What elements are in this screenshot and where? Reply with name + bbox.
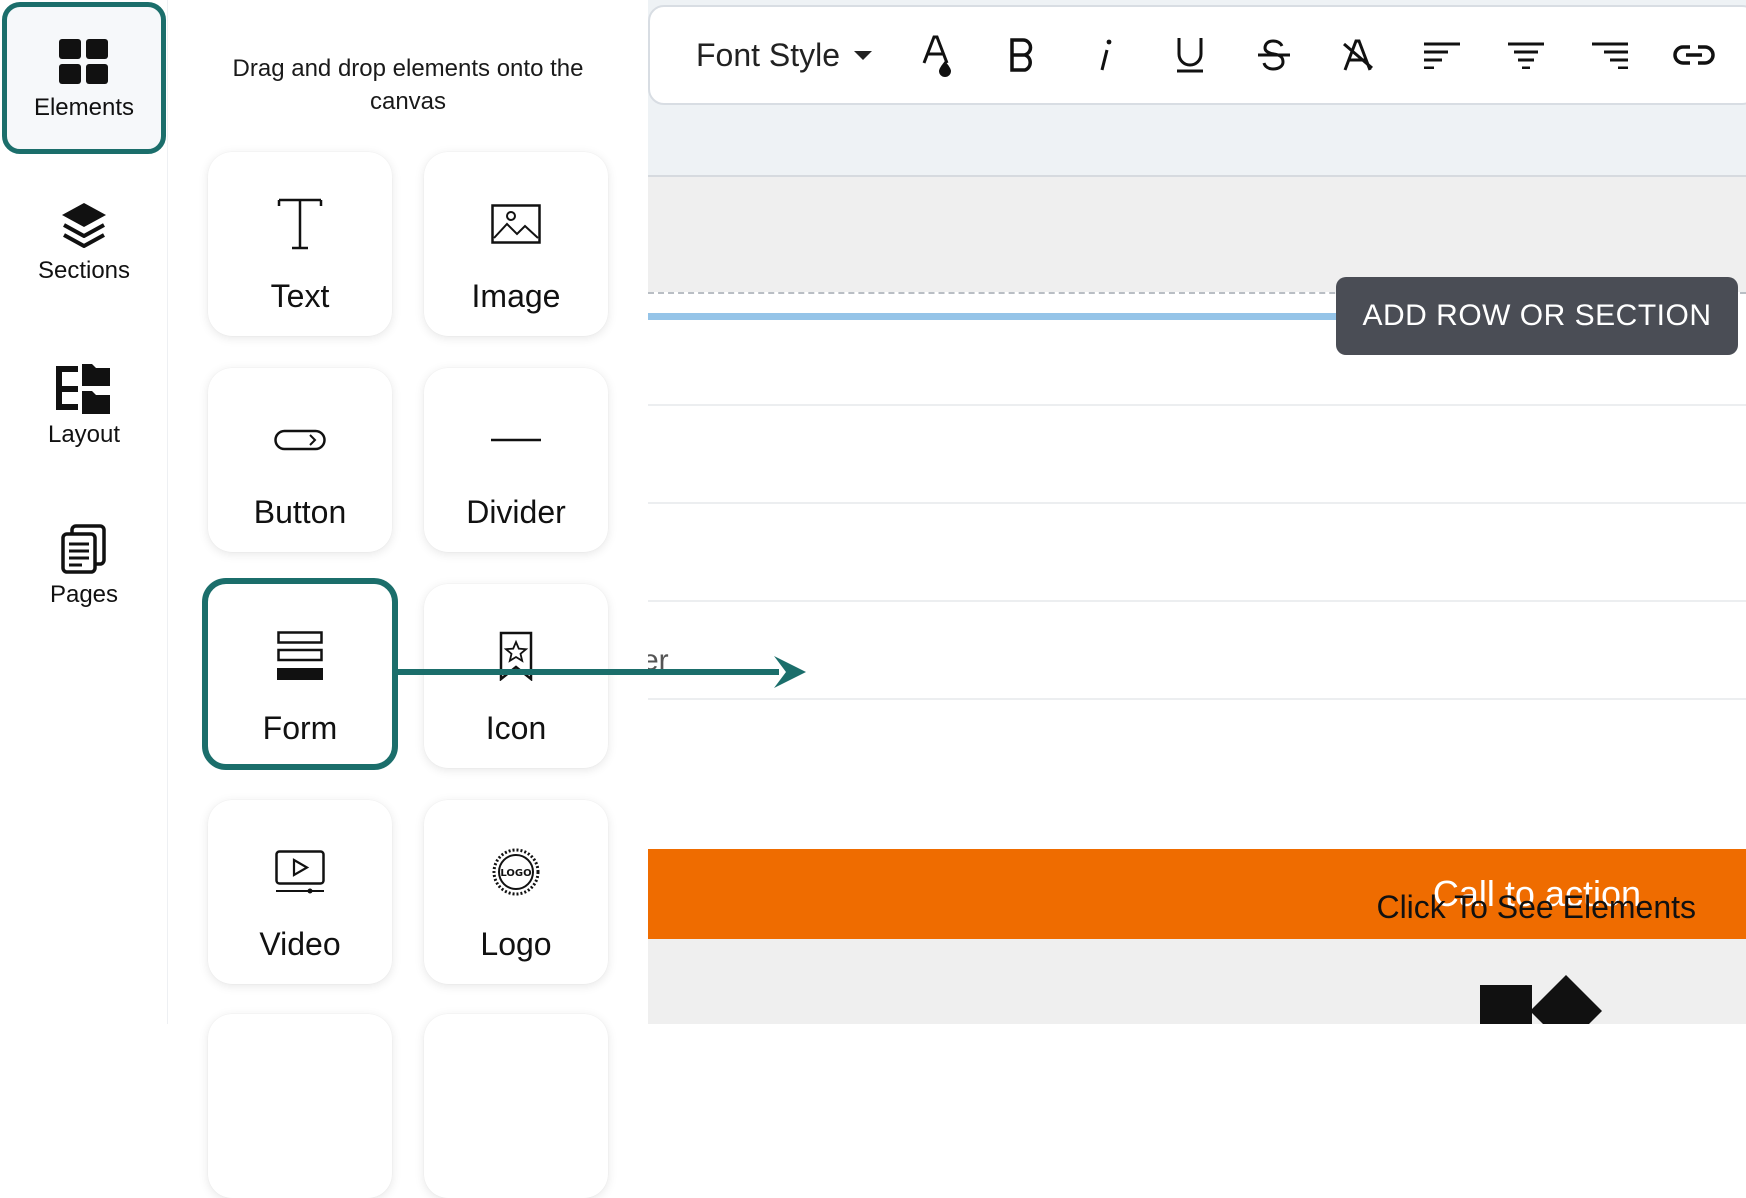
font-style-label: Font Style (696, 36, 841, 73)
tile-label: Form (262, 710, 338, 746)
click-hint-text: Click To See Elements (1376, 889, 1696, 925)
tile-label: Logo (480, 926, 552, 962)
tree-folders-icon (56, 361, 112, 417)
align-left-button[interactable] (1400, 13, 1484, 97)
text-toolbar: Font Style (648, 5, 1746, 105)
tile-label: Video (259, 926, 341, 962)
left-rail: Elements Sections Layout Pages (0, 0, 168, 1024)
tile-label: Icon (485, 710, 547, 746)
strikethrough-icon (1258, 39, 1291, 71)
align-right-icon (1592, 42, 1629, 69)
bold-icon (1010, 38, 1033, 72)
italic-icon (1100, 39, 1112, 71)
row-divider (648, 600, 1746, 602)
clear-format-button[interactable] (1316, 13, 1400, 97)
align-center-icon (1508, 42, 1545, 69)
tile-label: Image (471, 278, 561, 314)
layers-icon (56, 197, 112, 253)
row-divider (648, 502, 1746, 504)
rail-item-layout[interactable]: Layout (0, 330, 168, 480)
tile-label: Divider (466, 494, 566, 530)
strikethrough-button[interactable] (1232, 13, 1316, 97)
grid-icon (56, 34, 112, 90)
canvas-area: Font Style er Call to action ADD ROW OR … (648, 0, 1746, 1024)
element-tile-logo[interactable]: LOGO Logo (424, 800, 608, 984)
rail-item-sections[interactable]: Sections (0, 166, 168, 316)
bold-button[interactable] (980, 13, 1064, 97)
form-icon (277, 616, 323, 696)
clear-format-icon (1343, 39, 1374, 71)
element-tile-divider[interactable]: Divider (424, 368, 608, 552)
caret-down-icon (854, 50, 873, 60)
rail-item-label: Sections (37, 257, 131, 284)
divider-icon (491, 400, 541, 480)
bookmark-star-icon (499, 616, 533, 696)
element-tile-form[interactable]: Form (202, 578, 398, 770)
tile-label: Button (253, 494, 347, 530)
align-right-button[interactable] (1568, 13, 1652, 97)
underline-button[interactable] (1148, 13, 1232, 97)
rail-item-pages[interactable]: Pages (0, 490, 168, 640)
tile-label: Text (270, 278, 330, 314)
add-row-or-section-button[interactable]: ADD ROW OR SECTION (1336, 277, 1738, 355)
video-icon (275, 832, 325, 912)
element-tile-icon[interactable]: Icon (424, 584, 608, 768)
svg-text:LOGO: LOGO (500, 868, 531, 879)
italic-button[interactable] (1064, 13, 1148, 97)
drop-indicator (648, 313, 1348, 320)
panel-hint: Drag and drop elements onto the canvas (232, 55, 584, 115)
page-body: er Call to action (648, 292, 1746, 939)
rail-item-label: Elements (33, 94, 135, 121)
pages-icon (56, 521, 112, 577)
link-button[interactable] (1652, 13, 1736, 97)
text-color-icon (922, 35, 952, 77)
rail-item-label: Layout (47, 421, 121, 448)
button-icon (274, 400, 326, 480)
text-icon (277, 184, 323, 264)
logo-badge-icon: LOGO (491, 832, 541, 912)
link-icon (1673, 45, 1715, 65)
element-tile-image[interactable]: Image (424, 152, 608, 336)
rail-item-elements[interactable]: Elements (2, 2, 166, 154)
align-center-button[interactable] (1484, 13, 1568, 97)
align-left-icon (1424, 42, 1461, 69)
element-tile-partial[interactable] (208, 1014, 392, 1198)
font-style-dropdown[interactable]: Font Style (696, 36, 873, 74)
text-color-button[interactable] (896, 13, 980, 97)
element-tile-text[interactable]: Text (208, 152, 392, 336)
underline-icon (1177, 38, 1204, 73)
shapes-logo-icon (1480, 975, 1610, 1024)
row-divider (648, 698, 1746, 700)
row-divider (648, 404, 1746, 406)
element-tile-partial[interactable] (424, 1014, 608, 1198)
page-surface: er Call to action ADD ROW OR SECTION Cli… (648, 175, 1746, 1024)
element-tile-video[interactable]: Video (208, 800, 392, 984)
image-icon (491, 184, 541, 264)
rail-item-label: Pages (49, 581, 119, 608)
elements-panel: Drag and drop elements onto the canvas T… (168, 0, 648, 1198)
element-tile-button[interactable]: Button (208, 368, 392, 552)
partial-text: er (648, 644, 669, 677)
